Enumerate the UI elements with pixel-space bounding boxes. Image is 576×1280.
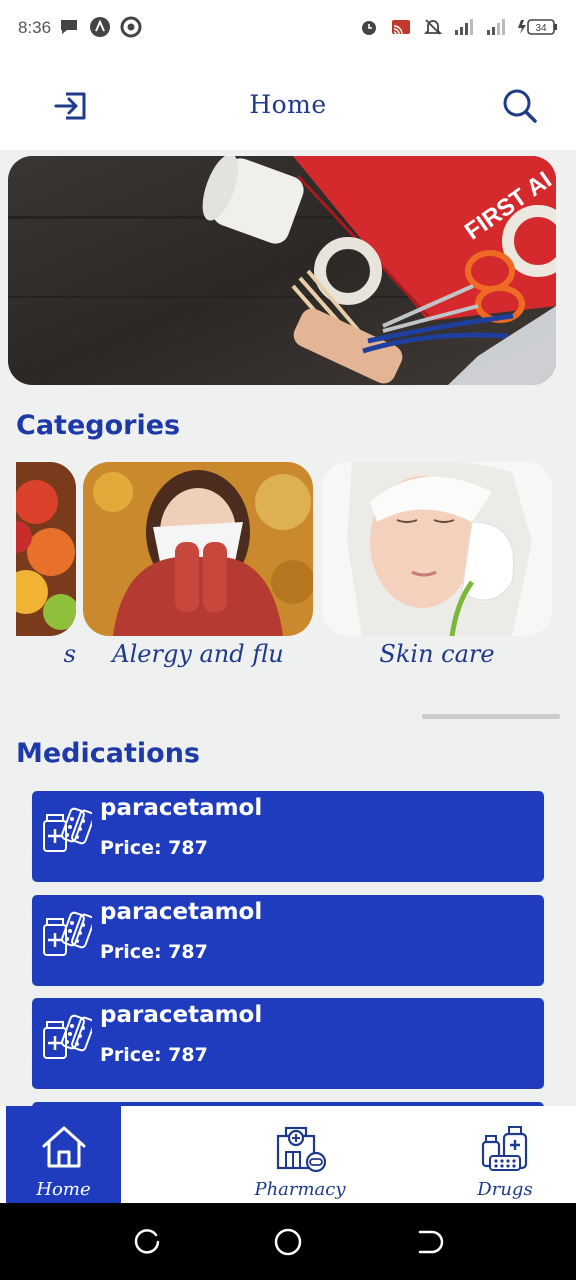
pills-icon xyxy=(43,1014,92,1059)
nav-pharmacy-label: Pharmacy xyxy=(254,1179,346,1200)
category-card-allergy[interactable] xyxy=(83,462,313,636)
app-q-icon xyxy=(120,16,142,38)
nav-drugs[interactable]: Drugs xyxy=(460,1106,550,1203)
bottom-nav: Home Pharmacy Drugs xyxy=(0,1106,576,1203)
medications-title: Medications xyxy=(16,738,200,769)
medication-name: paracetamol xyxy=(100,795,263,821)
drugs-icon xyxy=(481,1126,528,1171)
pharmacy-icon xyxy=(276,1126,326,1173)
search-icon xyxy=(503,89,537,123)
category-label-skin-care: Skin care xyxy=(379,640,495,668)
nav-drugs-label: Drugs xyxy=(477,1179,533,1200)
home-icon xyxy=(42,1126,85,1168)
categories-carousel[interactable]: s Alergy and flu Skin care xyxy=(16,462,560,682)
signal-2-icon xyxy=(486,16,508,38)
nav-pharmacy[interactable]: Pharmacy xyxy=(240,1106,360,1203)
recents-icon[interactable] xyxy=(132,1227,162,1257)
pills-icon xyxy=(43,911,92,956)
category-label-allergy: Alergy and flu xyxy=(112,640,284,668)
medication-price: Price: 787 xyxy=(100,837,208,859)
category-label-partial: s xyxy=(63,640,76,668)
nav-home[interactable]: Home xyxy=(6,1106,121,1203)
system-nav-bar xyxy=(0,1203,576,1280)
carousel-scrollbar[interactable] xyxy=(422,714,560,719)
medication-name: paracetamol xyxy=(100,899,263,925)
category-card-skin-care[interactable] xyxy=(322,462,552,636)
medication-name: paracetamol xyxy=(100,1002,263,1028)
medication-item[interactable]: paracetamol Price: 787 xyxy=(32,895,544,986)
banner-image: FIRST AI xyxy=(8,156,556,385)
status-time: 8:36 xyxy=(18,18,52,37)
nav-home-label: Home xyxy=(36,1179,91,1200)
app-bar: Home xyxy=(0,58,576,150)
back-icon[interactable] xyxy=(414,1227,444,1257)
pills-icon xyxy=(43,807,92,852)
cast-icon xyxy=(390,16,412,38)
medication-price: Price: 787 xyxy=(100,1044,208,1066)
page-title: Home xyxy=(249,90,327,119)
category-card-fruits[interactable] xyxy=(16,462,76,636)
battery-level: 34 xyxy=(535,23,547,34)
mute-bell-icon xyxy=(422,16,444,38)
search-button[interactable] xyxy=(500,86,540,126)
medication-item[interactable]: paracetamol Price: 787 xyxy=(32,998,544,1089)
medication-item[interactable]: paracetamol Price: 787 xyxy=(32,791,544,882)
medication-price: Price: 787 xyxy=(100,941,208,963)
battery-icon: 34 xyxy=(518,16,558,38)
home-circle-icon[interactable] xyxy=(273,1227,303,1257)
signal-icon xyxy=(454,16,476,38)
status-bar: 8:36 34 xyxy=(0,0,576,58)
app-a-icon xyxy=(89,16,111,38)
alarm-icon xyxy=(358,16,380,38)
chat-bubble-icon xyxy=(58,16,80,38)
categories-title: Categories xyxy=(16,410,181,441)
